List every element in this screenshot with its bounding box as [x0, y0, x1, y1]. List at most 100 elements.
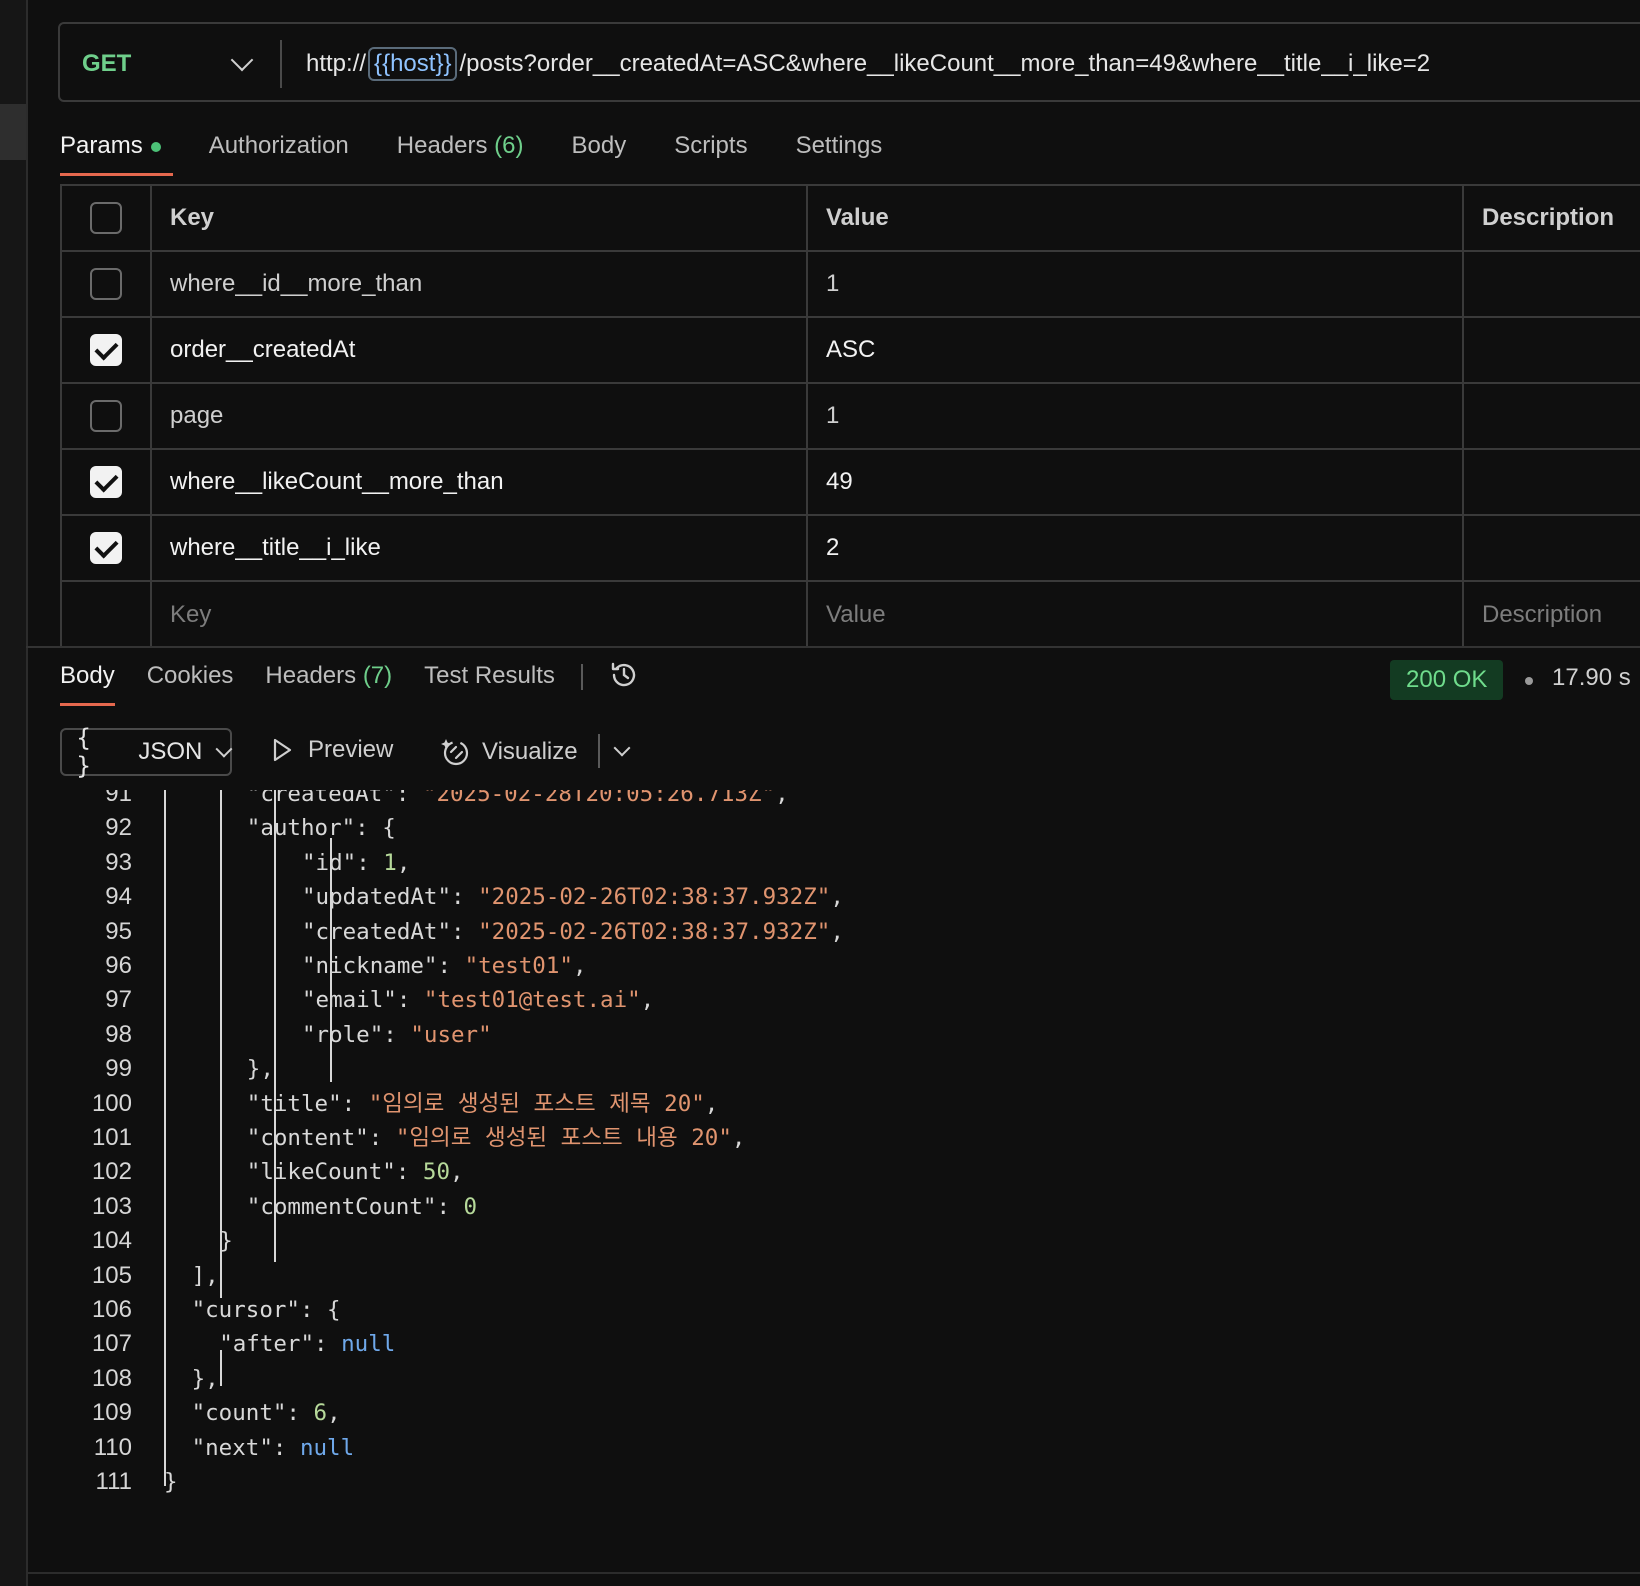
tab-settings[interactable]: Settings [796, 132, 883, 176]
chevron-down-icon[interactable] [613, 739, 631, 757]
code-line: 109 "count": 6, [26, 1395, 1626, 1431]
tab-body[interactable]: Body [572, 132, 627, 176]
method-select[interactable]: GET [82, 44, 254, 84]
code-text: } [219, 1223, 233, 1259]
line-number: 107 [91, 1330, 132, 1358]
line-number: 98 [105, 1020, 132, 1048]
code-text: "createdAt": "2025-02-28T20:05:26.713Z", [247, 790, 789, 812]
code-token: "commentCount" [246, 1193, 437, 1220]
param-key[interactable]: where__id__more_than [152, 252, 808, 316]
param-checkbox[interactable] [90, 268, 122, 300]
code-token: "임의로 생성된 포스트 내용 20" [395, 1125, 732, 1151]
response-body-editor[interactable]: 91 "createdAt": "2025-02-28T20:05:26.713Z… [26, 790, 1640, 1570]
params-active-dot [150, 141, 161, 152]
code-token: : [286, 1400, 314, 1427]
select-all-checkbox[interactable] [90, 202, 122, 234]
response-tabs: Body Cookies Headers (7) Test Results [60, 662, 639, 712]
param-row: order__createdAt ASC [60, 318, 1640, 384]
param-description[interactable] [1464, 384, 1640, 448]
code-token: 1 [383, 849, 397, 876]
param-value[interactable]: 1 [808, 252, 1464, 316]
param-key[interactable]: where__likeCount__more_than [152, 450, 808, 514]
url-variable-host[interactable]: {{host}} [368, 47, 458, 81]
code-token: : [341, 1090, 369, 1117]
tab-headers-label: Headers [396, 132, 488, 159]
param-key[interactable]: order__createdAt [152, 318, 808, 382]
tab-headers[interactable]: Headers (6) [397, 132, 524, 176]
code-token: "likeCount" [246, 1159, 396, 1186]
code-line: 104} [26, 1223, 1626, 1259]
code-token: : [451, 918, 479, 945]
code-text: ], [192, 1258, 219, 1294]
code-line: 103 "commentCount": 0 [26, 1189, 1626, 1225]
code-token: : [437, 953, 465, 979]
code-text: "likeCount": 50, [247, 1154, 464, 1190]
param-description[interactable] [1464, 318, 1640, 382]
code-token: : [451, 884, 479, 911]
response-tab-test-results[interactable]: Test Results [424, 662, 555, 706]
tab-scripts[interactable]: Scripts [674, 132, 747, 176]
code-token: : [272, 1434, 300, 1461]
code-text: "next": null [192, 1430, 355, 1466]
param-value[interactable]: 2 [808, 516, 1464, 580]
tab-params[interactable]: Params [60, 132, 173, 176]
line-number: 91 [105, 790, 132, 807]
code-text: } [164, 1464, 178, 1500]
code-text: "commentCount": 0 [247, 1189, 477, 1225]
new-param-value-input[interactable]: Value [808, 582, 1464, 648]
visualize-button[interactable]: Visualize [440, 736, 578, 768]
code-line: 98 "role": "user" [26, 1017, 1626, 1053]
code-text: "nickname": "test01", [302, 948, 586, 984]
code-token: "createdAt" [246, 790, 396, 807]
pane-divider[interactable] [26, 646, 1640, 648]
param-checkbox[interactable] [90, 400, 122, 432]
response-tab-cookies[interactable]: Cookies [147, 662, 234, 706]
play-icon [273, 738, 292, 762]
param-checkbox[interactable] [90, 532, 122, 564]
code-token: : [395, 790, 423, 807]
code-text: "cursor": { [192, 1292, 341, 1328]
preview-button[interactable]: Preview [270, 736, 393, 764]
param-value[interactable]: 49 [808, 450, 1464, 514]
line-number: 99 [105, 1055, 132, 1083]
code-token: "2025-02-28T20:05:26.713Z" [422, 790, 776, 807]
param-description[interactable] [1464, 450, 1640, 514]
header-value: Value [808, 186, 1464, 250]
line-number: 105 [91, 1261, 132, 1289]
line-number: 95 [105, 917, 132, 945]
format-select[interactable]: { } JSON [60, 724, 233, 780]
code-text: "after": null [219, 1326, 395, 1362]
new-param-description-input[interactable]: Description [1464, 582, 1640, 648]
code-token: "nickname" [302, 953, 438, 979]
param-key[interactable]: where__title__i_like [152, 516, 808, 580]
code-token: , [830, 884, 844, 911]
code-text: "count": 6, [192, 1395, 341, 1431]
code-token: , [731, 1125, 746, 1151]
code-line: 102 "likeCount": 50, [26, 1154, 1626, 1190]
code-token: : [356, 849, 384, 876]
param-value[interactable]: ASC [808, 318, 1464, 382]
param-value[interactable]: 1 [808, 384, 1464, 448]
param-description[interactable] [1464, 516, 1640, 580]
line-number: 97 [105, 986, 132, 1014]
param-key[interactable]: page [152, 384, 808, 448]
code-line: 111} [26, 1464, 1626, 1500]
line-number: 96 [105, 952, 132, 979]
code-token: "updatedAt" [302, 884, 452, 911]
status-separator-dot [1525, 677, 1533, 685]
param-checkbox[interactable] [90, 334, 122, 366]
toolbar-separator [598, 734, 600, 768]
code-token: "count" [191, 1400, 287, 1427]
line-number: 101 [91, 1124, 132, 1151]
param-checkbox[interactable] [90, 466, 122, 498]
code-token: : [395, 1159, 423, 1186]
history-icon[interactable] [609, 660, 639, 690]
new-param-key-input[interactable]: Key [152, 582, 808, 648]
param-description[interactable] [1464, 252, 1640, 316]
response-tab-headers[interactable]: Headers (7) [265, 662, 392, 706]
line-number: 103 [91, 1192, 132, 1220]
response-tab-body[interactable]: Body [60, 662, 115, 706]
tab-authorization[interactable]: Authorization [209, 132, 349, 176]
url-input[interactable]: http:// {{host}} /posts?order__createdAt… [306, 44, 1430, 84]
code-text: "email": "test01@test.ai", [302, 982, 654, 1018]
